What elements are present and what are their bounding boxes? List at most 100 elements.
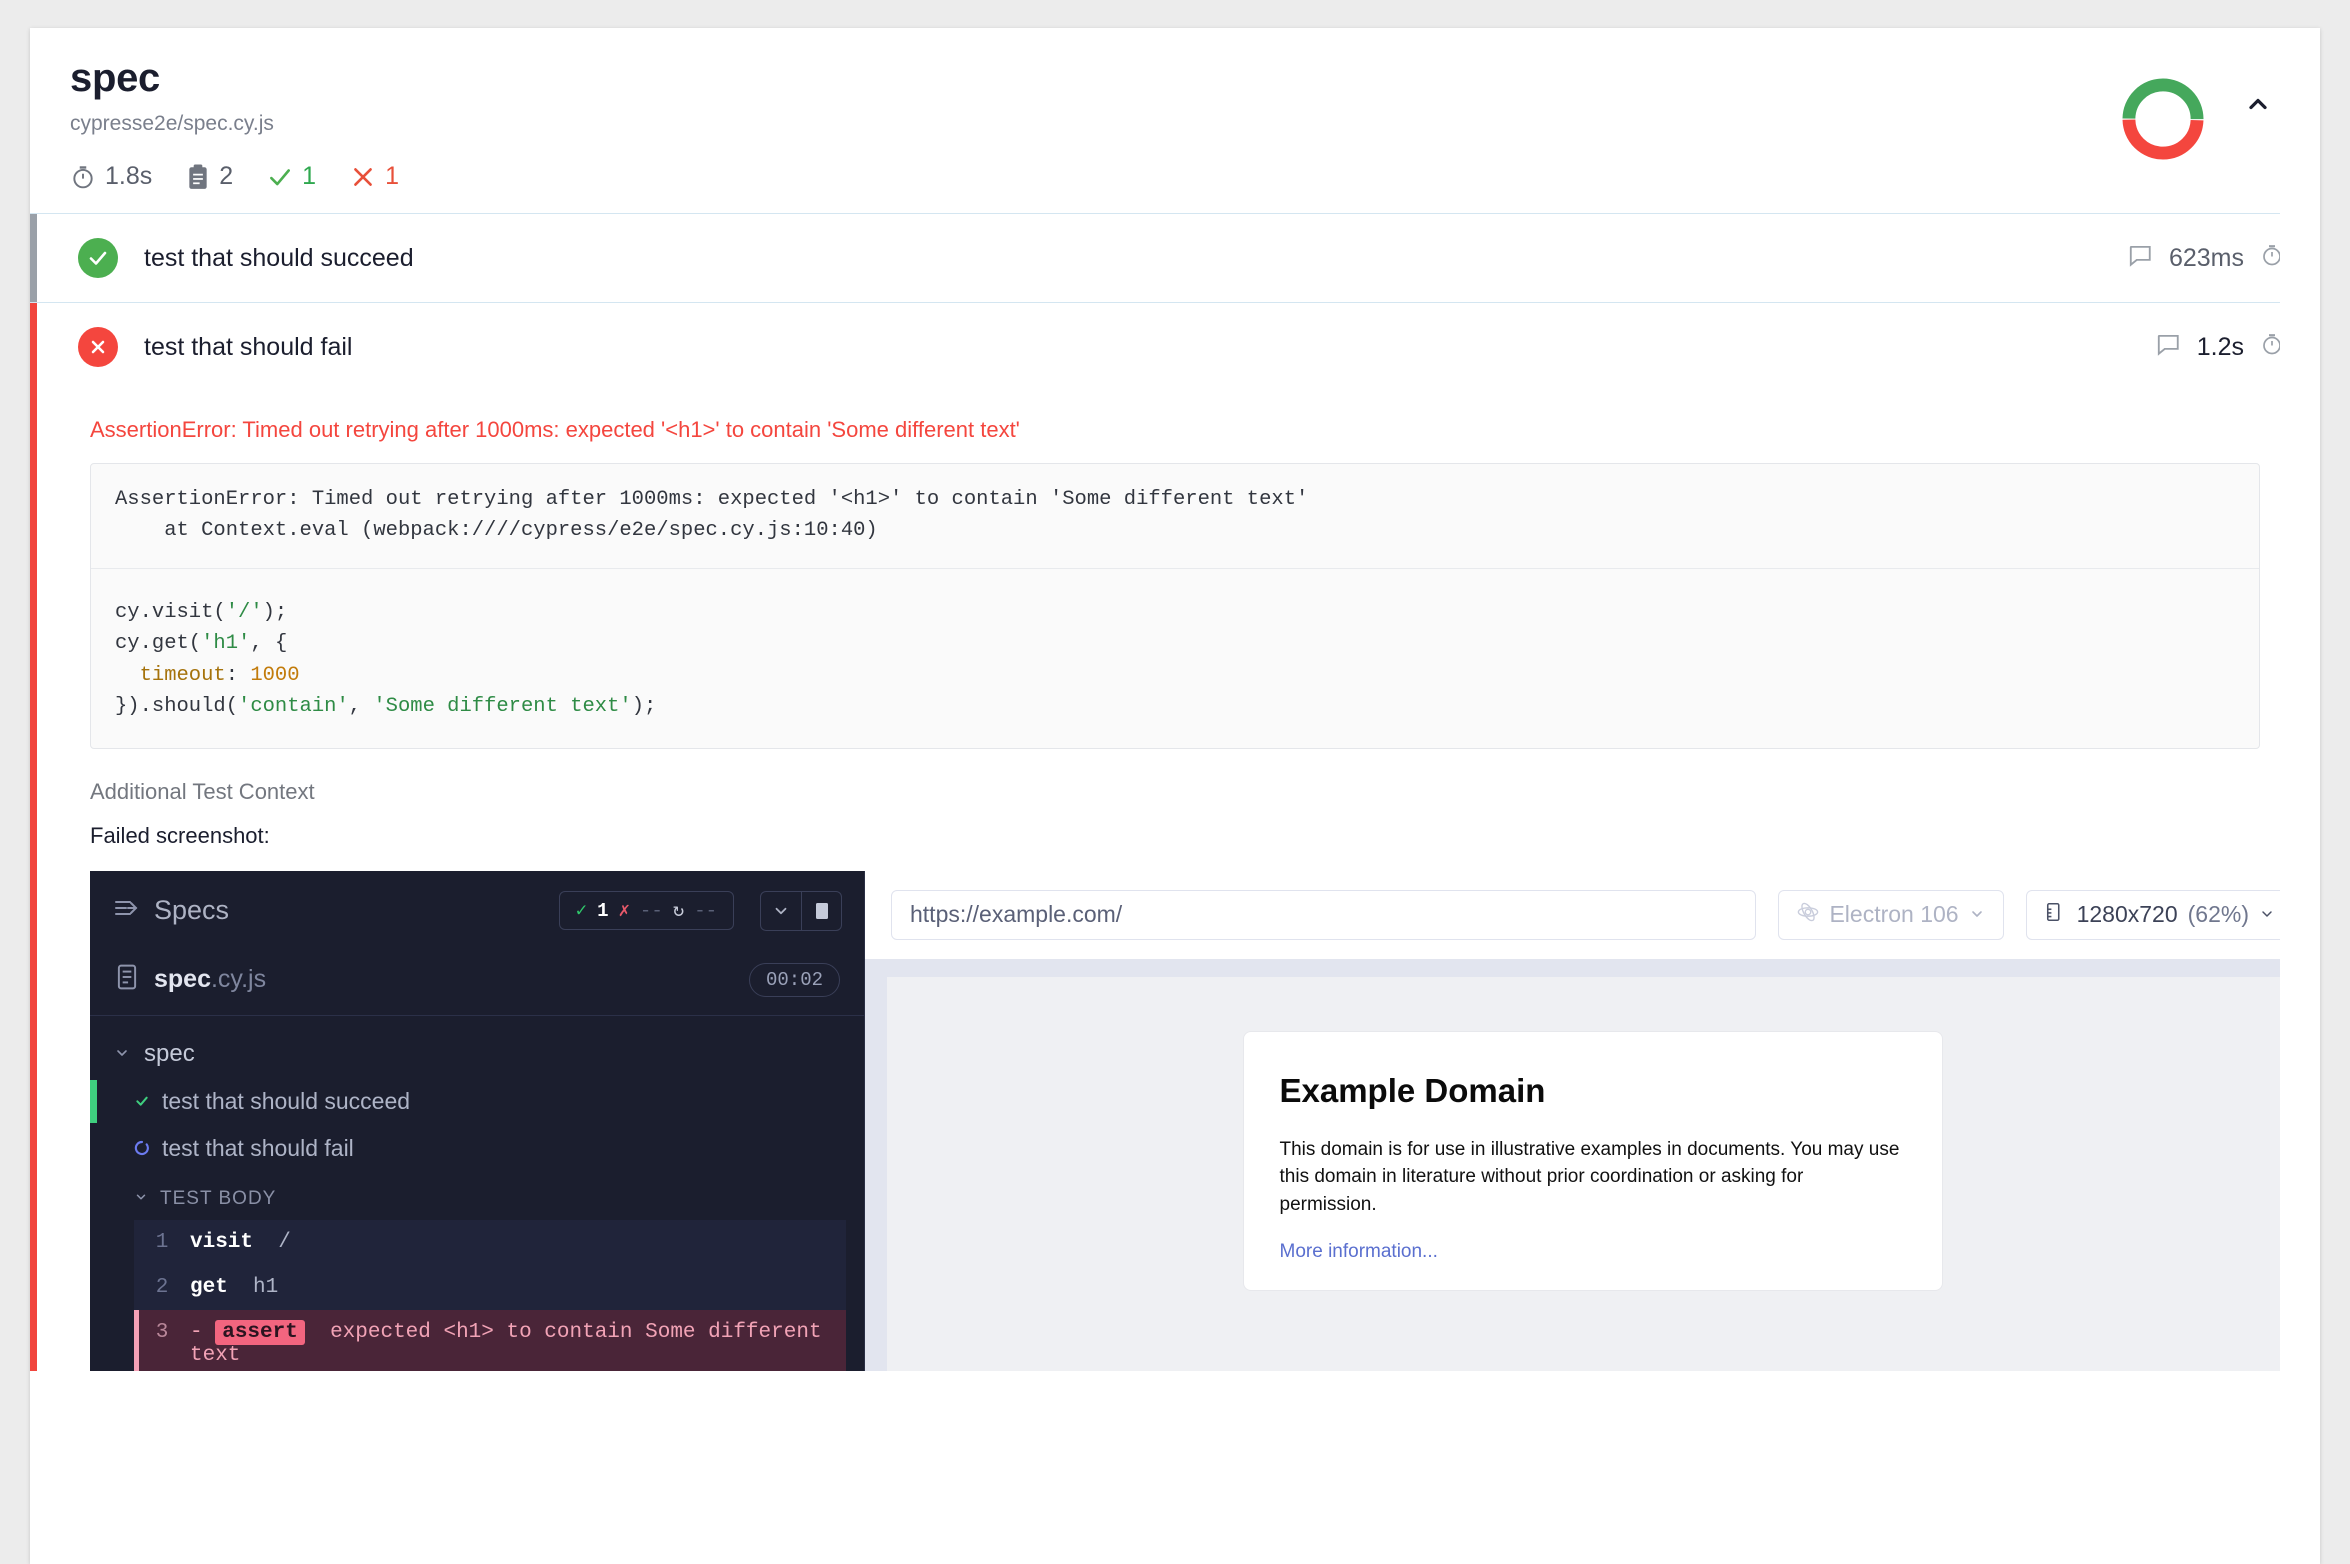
test-row[interactable]: test that should succeed 623ms	[30, 213, 2320, 303]
test-meta: 1.2s	[2155, 331, 2284, 364]
x-icon: ✗	[618, 900, 630, 923]
code-line-4-start: }).should(	[115, 694, 239, 718]
url-input[interactable]: https://example.com/	[891, 889, 1757, 940]
browser-label: Electron 106	[1829, 901, 1959, 928]
aut-url-bar: https://example.com/ Electron 106 1280x7…	[865, 870, 2320, 959]
test-body-label: TEST BODY	[160, 1187, 277, 1209]
code-line-3-sep: :	[225, 663, 251, 687]
failure-edge	[30, 391, 37, 1371]
tree-suite-spec[interactable]: spec	[90, 1030, 864, 1078]
chevron-down-icon[interactable]	[761, 892, 801, 930]
clipboard-icon	[186, 164, 210, 190]
spec-report-card: spec cypresse2e/spec.cy.js 1.8s 2 1 1 te…	[30, 28, 2320, 1564]
tree-test-passed[interactable]: test that should succeed	[90, 1078, 864, 1125]
command-item-failed[interactable]: 3 - assert expected <h1> to contain Some…	[134, 1309, 846, 1371]
file-icon	[116, 964, 138, 995]
ruler-icon	[2045, 901, 2067, 929]
page-wrapper: spec cypresse2e/spec.cy.js 1.8s 2 1 1 te…	[0, 0, 2350, 1564]
test-body-section-label[interactable]: TEST BODY	[90, 1172, 864, 1220]
x-icon	[350, 164, 376, 190]
chevron-up-icon	[2244, 90, 2272, 123]
failed-screenshot-label: Failed screenshot:	[90, 822, 270, 848]
cypress-reporter-panel: Specs ✓ 1 ✗ -- ↻ -- spec.cy.js 00:02 spe…	[90, 870, 865, 1371]
reporter-fail-count: --	[639, 899, 663, 922]
code-line-4-arg2: 'Some different text'	[373, 694, 632, 718]
command-text: - assert expected <h1> to contain Some d…	[190, 1319, 846, 1367]
row-status-edge	[30, 214, 37, 302]
card-right-gutter	[2280, 28, 2320, 1564]
command-item[interactable]: 2 get h1	[134, 1264, 846, 1310]
url-value: https://example.com/	[910, 901, 1123, 928]
command-item[interactable]: 1 visit /	[134, 1219, 846, 1265]
stat-failed: 1	[350, 162, 399, 191]
row-status-edge	[30, 303, 37, 391]
code-line-1-arg: '/'	[225, 601, 263, 625]
test-duration: 623ms	[2168, 243, 2244, 272]
spec-file-path: cypresse2e/spec.cy.js	[70, 112, 274, 135]
stopwatch-icon	[70, 164, 96, 190]
tree-test-running[interactable]: test that should fail	[90, 1125, 864, 1172]
code-line-4-end: );	[631, 694, 657, 718]
command-name: get	[190, 1275, 228, 1299]
stop-icon[interactable]	[801, 891, 841, 930]
reporter-controls	[760, 890, 842, 931]
collapse-spec-button[interactable]	[2238, 86, 2278, 126]
test-tree: spec test that should succeed test that …	[90, 1016, 864, 1371]
test-row[interactable]: test that should fail 1.2s	[30, 303, 2320, 391]
comment-icon	[2155, 331, 2181, 364]
chevron-down-icon	[2259, 901, 2275, 928]
viewport-selector[interactable]: 1280x720 (62%)	[2025, 889, 2294, 940]
command-error-indicator	[134, 1309, 139, 1371]
example-paragraph: This domain is for use in illustrative e…	[1279, 1138, 1900, 1216]
tree-test-label: test that should succeed	[162, 1087, 411, 1114]
passed-count: 1	[302, 162, 317, 190]
test-duration: 1.2s	[2196, 332, 2244, 361]
spec-stats: 1.8s 2 1 1	[70, 162, 2280, 191]
tree-test-indicator	[90, 1079, 97, 1123]
command-number: 1	[155, 1230, 169, 1254]
command-text: get h1	[190, 1276, 278, 1299]
chevron-down-icon[interactable]	[114, 1040, 130, 1068]
viewport-size: 1280x720	[2076, 901, 2178, 928]
spinner-icon	[134, 1135, 150, 1162]
example-domain-card: Example Domain This domain is for use in…	[1242, 1030, 1943, 1291]
assert-chip: assert	[215, 1319, 305, 1345]
spec-file-ext: .cy.js	[210, 965, 267, 994]
stack-trace: AssertionError: Timed out retrying after…	[91, 464, 2259, 570]
failure-detail: AssertionError: Timed out retrying after…	[30, 391, 2320, 1371]
code-line-2-end: , {	[250, 632, 288, 656]
check-icon	[134, 1088, 150, 1115]
command-arg: /	[278, 1230, 291, 1254]
spec-elapsed-time: 00:02	[748, 962, 840, 997]
stat-passed: 1	[267, 162, 316, 191]
aut-outer-frame: Example Domain This domain is for use in…	[865, 958, 2320, 1371]
additional-context-title: Additional Test Context	[90, 778, 315, 804]
command-number: 3	[155, 1320, 169, 1344]
pass-fail-donut-chart	[2118, 74, 2208, 169]
example-heading: Example Domain	[1279, 1071, 1546, 1109]
failure-code-block: AssertionError: Timed out retrying after…	[90, 463, 2260, 749]
spec-header: spec cypresse2e/spec.cy.js 1.8s 2 1 1	[30, 28, 2320, 213]
comment-icon	[2127, 242, 2153, 275]
cypress-aut-panel: https://example.com/ Electron 106 1280x7…	[865, 870, 2320, 1371]
specs-panel-icon[interactable]	[114, 897, 140, 924]
command-list: 1 visit / 2 get h1 3 - assert expected <	[134, 1219, 846, 1371]
specs-label[interactable]: Specs	[154, 895, 229, 926]
test-title: test that should fail	[144, 332, 353, 361]
browser-selector[interactable]: Electron 106	[1778, 889, 2004, 940]
tests-count: 2	[219, 162, 234, 190]
reporter-pending-count: --	[694, 899, 717, 922]
command-prefix: -	[190, 1320, 203, 1344]
chevron-down-icon[interactable]	[134, 1188, 148, 1210]
code-line-3-value: 1000	[250, 663, 300, 687]
more-information-link[interactable]: More information...	[1280, 1241, 1438, 1262]
stat-duration: 1.8s	[70, 162, 152, 191]
tree-test-label: test that should fail	[162, 1134, 354, 1161]
spec-file-basename: spec	[154, 965, 211, 994]
reporter-spec-file[interactable]: spec.cy.js 00:02	[90, 941, 864, 1016]
chevron-down-icon	[1969, 901, 1985, 928]
command-number: 2	[155, 1275, 169, 1299]
check-icon: ✓	[575, 900, 588, 923]
viewport-scale: (62%)	[2187, 901, 2249, 928]
test-meta: 623ms	[2127, 242, 2284, 275]
